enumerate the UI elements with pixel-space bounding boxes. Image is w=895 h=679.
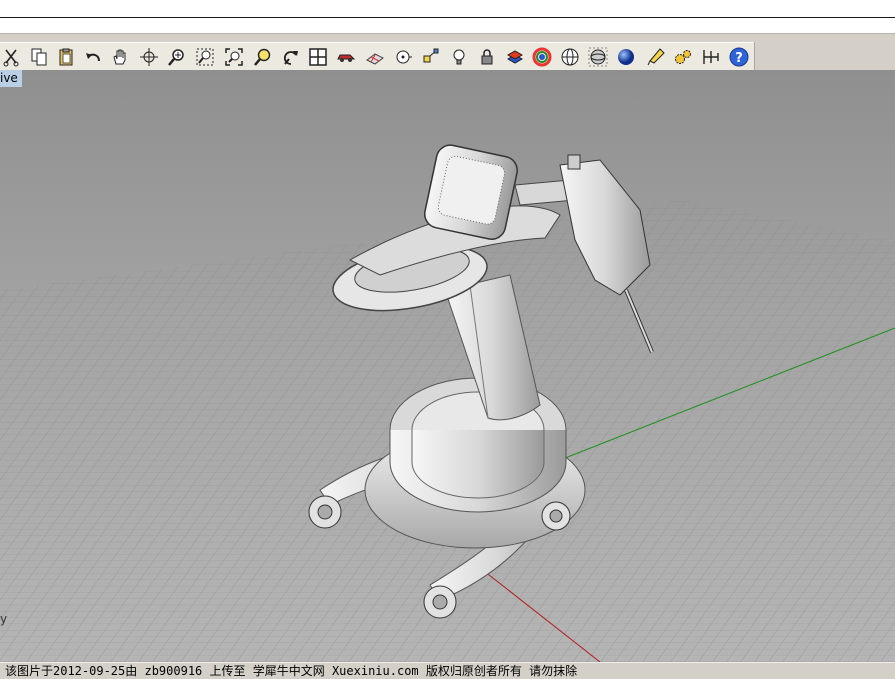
command-line[interactable]: [0, 0, 895, 18]
world-axis-indicator: y: [0, 612, 8, 626]
undo-icon[interactable]: [81, 45, 105, 69]
undo-view-icon[interactable]: [279, 45, 303, 69]
status-bar: 该图片于2012-09-25由 zb900916 上传至 学犀牛中文网 Xuex…: [0, 662, 895, 679]
standard-toolbar: ?: [0, 42, 754, 72]
copy-icon[interactable]: [27, 45, 51, 69]
layer-color-icon[interactable]: [503, 45, 527, 69]
zoom-extents-icon[interactable]: [222, 45, 246, 69]
lock-icon[interactable]: [475, 45, 499, 69]
paste-icon[interactable]: [54, 45, 78, 69]
light-bulb-icon[interactable]: [447, 45, 471, 69]
color-wheel-icon[interactable]: [530, 45, 554, 69]
viewports-icon[interactable]: [306, 45, 330, 69]
cut-icon[interactable]: [0, 45, 24, 69]
options-gears-icon[interactable]: [671, 45, 695, 69]
pan-hand-icon[interactable]: [108, 45, 132, 69]
rendered-sphere-icon[interactable]: [614, 45, 638, 69]
cplane-icon[interactable]: [363, 45, 387, 69]
osnap-icon[interactable]: [419, 45, 443, 69]
wireframe-sphere-icon[interactable]: [558, 45, 582, 69]
svg-text:?: ?: [735, 51, 743, 66]
perspective-viewport[interactable]: [0, 70, 895, 662]
car-object-icon[interactable]: [334, 45, 358, 69]
rotate-view-icon[interactable]: [137, 45, 161, 69]
zoom-window-icon[interactable]: [193, 45, 217, 69]
command-history-area: [0, 18, 895, 33]
scene-render: [0, 144, 895, 662]
toolbar-dock-area: [754, 42, 895, 70]
dimension-icon[interactable]: [699, 45, 723, 69]
zoom-selected-icon[interactable]: [251, 45, 275, 69]
spotlight-icon[interactable]: [644, 45, 668, 69]
snap-point-icon[interactable]: [391, 45, 415, 69]
zoom-icon[interactable]: [165, 45, 189, 69]
ghosted-sphere-icon[interactable]: [586, 45, 610, 69]
viewport-title[interactable]: ive: [0, 70, 22, 87]
watermark-text: 该图片于2012-09-25由 zb900916 上传至 学犀牛中文网 Xuex…: [5, 664, 578, 678]
help-icon[interactable]: ?: [727, 45, 751, 69]
